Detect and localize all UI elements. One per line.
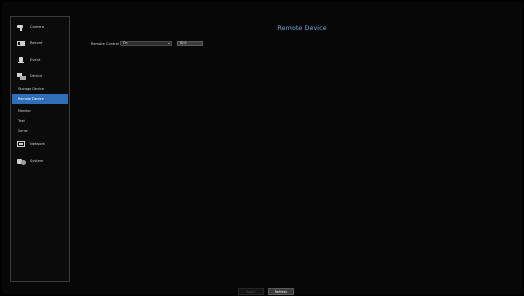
record-icon [17,40,26,47]
sidebar-item-remote-device[interactable]: Remote Device [12,94,68,104]
remote-id-button[interactable]: ID 0 [177,41,203,46]
event-icon [17,56,26,64]
sidebar-item-serial[interactable]: Serial [12,125,68,137]
sidebar-item-label: Text [18,119,25,123]
sidebar-item-camera[interactable]: Camera [12,21,68,33]
sidebar-item-label: Monitor [18,109,31,113]
sidebar-item-label: Serial [18,129,28,133]
sidebar-item-record[interactable]: Record [12,37,68,49]
remote-control-label: Remote Control [91,42,119,46]
settings-sidebar: Camera Record Event Device Storage Devic… [10,16,70,282]
sidebar-item-label: Event [30,58,41,62]
network-icon [17,140,26,148]
screen: Camera Record Event Device Storage Devic… [2,2,522,294]
sidebar-item-label: System [30,159,44,163]
sidebar-item-event[interactable]: Event [12,54,68,66]
system-icon [17,158,26,165]
sidebar-item-label: Camera [30,25,45,29]
device-icon [17,72,26,80]
remote-control-value: On [123,41,128,45]
sidebar-item-system[interactable]: System [12,155,68,167]
sidebar-item-label: Remote Device [18,97,44,101]
sidebar-item-device[interactable]: Device [12,70,68,82]
sidebar-item-network[interactable]: Network [12,138,68,150]
remote-control-select[interactable]: On [120,41,172,46]
sidebar-item-label: Network [30,142,46,146]
chevron-down-icon [168,43,170,44]
page-title: Remote Device [277,24,327,32]
sidebar-item-label: Storage Device [18,87,44,91]
refresh-button[interactable]: Refresh [268,288,294,295]
sidebar-item-label: Device [30,74,43,78]
camera-icon [17,24,26,31]
sidebar-item-label: Record [30,41,43,45]
apply-button[interactable]: Apply [238,288,264,295]
